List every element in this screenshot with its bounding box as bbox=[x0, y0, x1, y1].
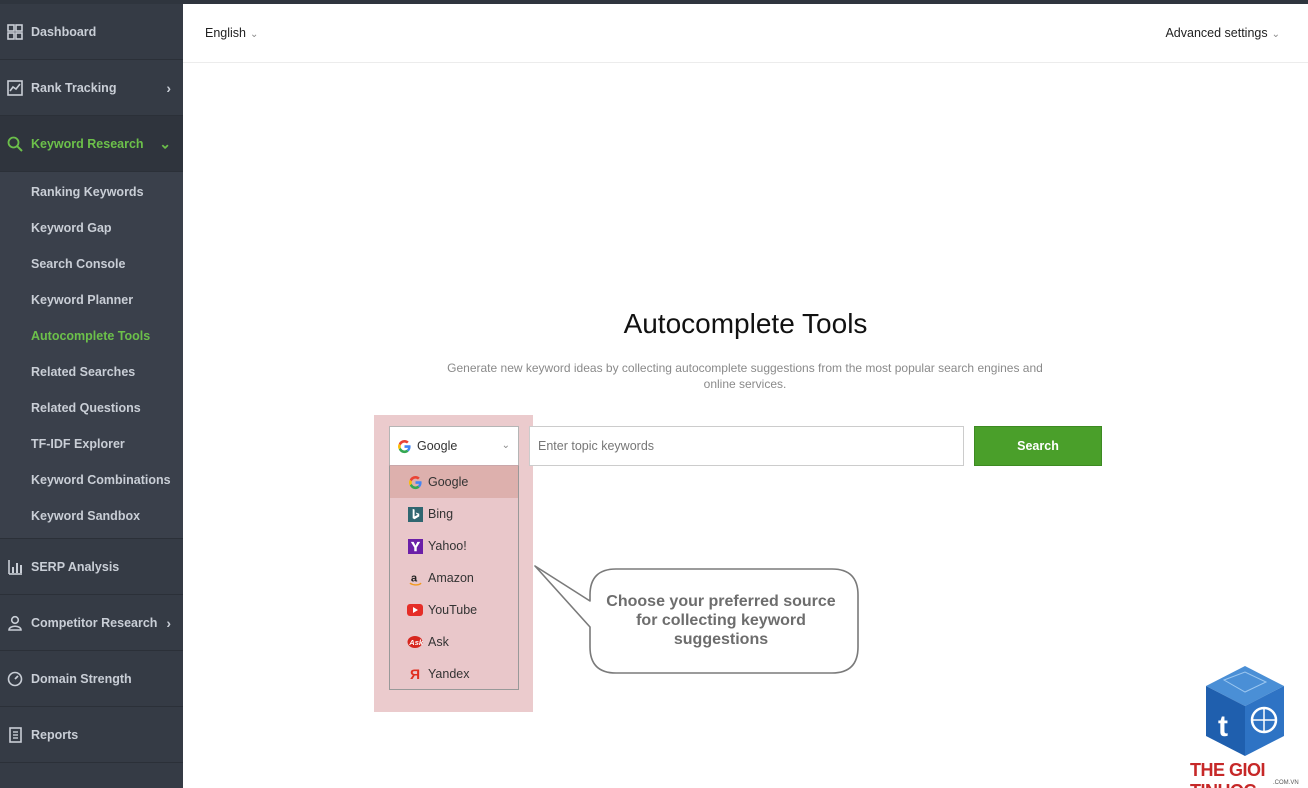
sidebar-sub-keyword-gap[interactable]: Keyword Gap bbox=[0, 210, 183, 246]
source-option-yahoo[interactable]: Yahoo! bbox=[390, 530, 518, 562]
svg-text:t: t bbox=[1218, 710, 1228, 743]
sidebar-item-competitor-research[interactable]: Competitor Research › bbox=[0, 595, 183, 651]
yahoo-icon bbox=[407, 538, 423, 554]
search-button[interactable]: Search bbox=[974, 426, 1102, 466]
language-label: English bbox=[205, 26, 246, 40]
chevron-right-icon: › bbox=[166, 614, 171, 631]
callout-text: Choose your preferred source for collect… bbox=[606, 593, 836, 648]
source-option-amazon[interactable]: a Amazon bbox=[390, 562, 518, 594]
source-select[interactable]: Google ⌄ bbox=[389, 426, 519, 466]
sidebar-item-dashboard[interactable]: Dashboard bbox=[0, 4, 183, 60]
source-option-yandex[interactable]: Я Yandex bbox=[390, 658, 518, 690]
source-dropdown: Google Bing Yahoo! a Amazon YouTube Ask … bbox=[389, 465, 519, 690]
chevron-down-icon: ⌄ bbox=[1271, 29, 1280, 40]
sidebar-item-label: Reports bbox=[31, 727, 79, 742]
user-icon bbox=[6, 614, 24, 632]
keyword-research-submenu: Ranking Keywords Keyword Gap Search Cons… bbox=[0, 172, 183, 539]
sidebar-sub-keyword-combinations[interactable]: Keyword Combinations bbox=[0, 462, 183, 498]
bar-chart-icon bbox=[6, 558, 24, 576]
source-option-label: Bing bbox=[428, 507, 454, 521]
sidebar-item-serp-analysis[interactable]: SERP Analysis bbox=[0, 539, 183, 595]
language-selector[interactable]: English ⌄ bbox=[205, 26, 258, 40]
ask-icon: Ask bbox=[407, 634, 423, 650]
sidebar-item-reports[interactable]: Reports bbox=[0, 707, 183, 763]
sidebar-sub-ranking-keywords[interactable]: Ranking Keywords bbox=[0, 174, 183, 210]
sidebar-sub-related-questions[interactable]: Related Questions bbox=[0, 390, 183, 426]
dashboard-grid-icon bbox=[6, 23, 24, 41]
advanced-settings-toggle[interactable]: Advanced settings ⌄ bbox=[1165, 26, 1280, 40]
document-icon bbox=[6, 726, 24, 744]
source-option-label: YouTube bbox=[428, 603, 478, 617]
sidebar-sub-search-console[interactable]: Search Console bbox=[0, 246, 183, 282]
source-option-label: Yandex bbox=[428, 667, 470, 681]
source-option-google[interactable]: Google bbox=[390, 466, 518, 498]
sidebar-sub-keyword-sandbox[interactable]: Keyword Sandbox bbox=[0, 498, 183, 534]
source-select-value: Google bbox=[417, 439, 458, 453]
watermark-domain: .COM.VN bbox=[1273, 780, 1299, 786]
page-title: Autocomplete Tools bbox=[623, 308, 868, 339]
source-option-label: Google bbox=[428, 475, 469, 489]
sidebar-sub-autocomplete-tools[interactable]: Autocomplete Tools bbox=[0, 318, 183, 354]
sidebar-item-label: Competitor Research bbox=[31, 615, 158, 630]
sidebar-item-label: Keyword Research bbox=[31, 136, 144, 151]
sidebar-item-label: Rank Tracking bbox=[31, 80, 117, 95]
sidebar-sub-tf-idf-explorer[interactable]: TF-IDF Explorer bbox=[0, 426, 183, 462]
source-option-bing[interactable]: Bing bbox=[390, 498, 518, 530]
gauge-icon bbox=[6, 670, 24, 688]
chevron-down-icon: ⌄ bbox=[501, 440, 510, 451]
svg-text:Ask: Ask bbox=[408, 638, 423, 647]
chevron-down-icon: ⌄ bbox=[250, 29, 259, 40]
source-option-label: Yahoo! bbox=[428, 539, 467, 553]
search-icon bbox=[6, 135, 24, 153]
sidebar-sub-related-searches[interactable]: Related Searches bbox=[0, 354, 183, 390]
sidebar-item-keyword-research[interactable]: Keyword Research ⌄ bbox=[0, 116, 183, 172]
source-option-label: Amazon bbox=[428, 571, 474, 585]
sidebar-sub-keyword-planner[interactable]: Keyword Planner bbox=[0, 282, 183, 318]
youtube-icon bbox=[407, 602, 423, 618]
source-option-youtube[interactable]: YouTube bbox=[390, 594, 518, 626]
sidebar-item-label: Domain Strength bbox=[31, 671, 132, 686]
google-icon bbox=[407, 474, 423, 490]
chart-line-icon bbox=[6, 79, 24, 97]
bing-icon bbox=[407, 506, 423, 522]
sidebar-item-rank-tracking[interactable]: Rank Tracking › bbox=[0, 60, 183, 116]
sidebar: Dashboard Rank Tracking › Keyword Resear… bbox=[0, 4, 183, 788]
yandex-icon: Я bbox=[409, 666, 421, 682]
top-header: English ⌄ Advanced settings ⌄ bbox=[183, 4, 1308, 63]
chevron-right-icon: › bbox=[166, 79, 171, 96]
source-option-label: Ask bbox=[428, 635, 449, 649]
chevron-down-icon: ⌄ bbox=[159, 135, 171, 151]
advanced-settings-label: Advanced settings bbox=[1165, 26, 1268, 40]
topic-keywords-input[interactable] bbox=[529, 426, 964, 466]
sidebar-item-domain-strength[interactable]: Domain Strength bbox=[0, 651, 183, 707]
google-icon bbox=[396, 438, 412, 454]
sidebar-item-label: Dashboard bbox=[31, 24, 97, 39]
sidebar-item-label: SERP Analysis bbox=[31, 559, 120, 574]
page-subtitle: Generate new keyword ideas by collecting… bbox=[447, 361, 1043, 391]
source-option-ask[interactable]: Ask Ask bbox=[390, 626, 518, 658]
svg-text:a: a bbox=[410, 572, 417, 584]
amazon-icon: a bbox=[407, 570, 423, 586]
